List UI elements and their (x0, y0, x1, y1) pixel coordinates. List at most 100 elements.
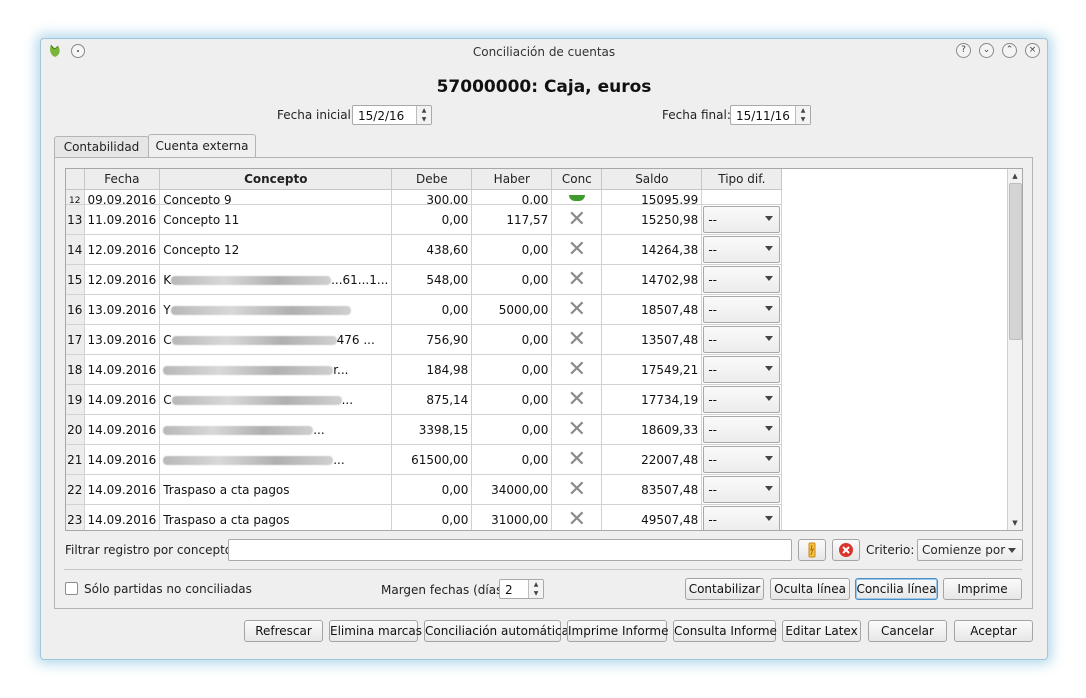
not-reconciled-icon[interactable]: ✕ (568, 297, 586, 322)
table-row[interactable]: 21 14.09.2016... 61500,00 0,00 ✕ 22007,48 -- (66, 444, 783, 475)
cell-tipo-dif[interactable]: -- (701, 264, 783, 295)
up-arrow-icon[interactable]: ▲ (529, 580, 543, 589)
cell-tipo-dif[interactable]: -- (701, 324, 783, 355)
cell-concepto[interactable]: K ...61...1... (159, 264, 393, 295)
cell-saldo[interactable]: 15250,98 (601, 204, 703, 235)
cell-haber[interactable]: 0,00 (471, 384, 553, 415)
cell-conc[interactable]: ✕ (551, 294, 603, 325)
cell-saldo[interactable]: 22007,48 (601, 444, 703, 475)
cell-haber[interactable]: 0,00 (471, 354, 553, 385)
cell-fecha[interactable]: 12.09.2016 (84, 234, 161, 265)
cell-debe[interactable]: 875,14 (391, 384, 473, 415)
cell-concepto[interactable]: C 476 ... (159, 324, 393, 355)
column-header-haber[interactable]: Haber (471, 169, 553, 190)
cell-concepto[interactable]: Concepto 9 (159, 189, 393, 205)
table-row[interactable]: 18 14.09.2016 r... 184,98 0,00 ✕ 17549,21 -- (66, 354, 783, 385)
cell-haber[interactable]: 0,00 (471, 189, 553, 205)
not-reconciled-icon[interactable]: ✕ (568, 267, 586, 292)
cell-fecha[interactable]: 14.09.2016 (84, 504, 161, 530)
cell-conc[interactable]: ✕ (551, 414, 603, 445)
imprime-button[interactable]: Imprime (943, 578, 1022, 600)
cell-fecha[interactable]: 09.09.2016 (84, 189, 161, 205)
table-row[interactable]: 16 13.09.2016 Y 0,00 5000,00 ✕ 18507,48 -- (66, 294, 783, 325)
conciliacion-automatica-button[interactable]: Conciliación automática (424, 620, 569, 642)
not-reconciled-icon[interactable]: ✕ (568, 477, 586, 502)
cell-concepto[interactable]: ... (159, 444, 393, 475)
cell-fecha[interactable]: 13.09.2016 (84, 324, 161, 355)
solo-no-conciliadas-checkbox[interactable] (65, 582, 78, 595)
column-header-conc[interactable]: Conc (551, 169, 603, 190)
cell-fecha[interactable]: 12.09.2016 (84, 264, 161, 295)
cell-conc[interactable]: ✕ (551, 324, 603, 355)
column-header-concepto[interactable]: Concepto (159, 169, 393, 190)
column-header-saldo[interactable]: Saldo (601, 169, 703, 190)
cell-fecha[interactable]: 13.09.2016 (84, 294, 161, 325)
maximize-icon[interactable]: ⌃ (1002, 43, 1017, 58)
not-reconciled-icon[interactable]: ✕ (568, 507, 586, 530)
vertical-scrollbar[interactable]: ▲ ▼ (1007, 169, 1022, 530)
tipo-dif-select[interactable]: -- (703, 266, 781, 293)
elimina-marcas-button[interactable]: Elimina marcas (329, 620, 422, 642)
not-reconciled-icon[interactable]: ✕ (568, 387, 586, 412)
cell-conc[interactable] (551, 189, 603, 205)
cell-concepto[interactable]: Concepto 11 (159, 204, 393, 235)
criterio-select[interactable]: Comienze por (917, 539, 1023, 561)
cell-conc[interactable]: ✕ (551, 234, 603, 265)
cell-conc[interactable]: ✕ (551, 504, 603, 530)
cell-debe[interactable]: 0,00 (391, 204, 473, 235)
cell-haber[interactable]: 31000,00 (471, 504, 553, 530)
cell-tipo-dif[interactable]: -- (701, 504, 783, 530)
cell-saldo[interactable]: 15095,99 (601, 189, 703, 205)
scroll-thumb[interactable] (1009, 183, 1022, 340)
margen-arrows[interactable]: ▲ ▼ (528, 580, 543, 598)
table-row[interactable]: 23 14.09.2016 Traspaso a cta pagos 0,00 3100… (66, 504, 783, 530)
not-reconciled-icon[interactable]: ✕ (568, 357, 586, 382)
cell-concepto[interactable]: Concepto 12 (159, 234, 393, 265)
reconciliation-table[interactable]: Fecha Concepto Debe Haber Conc Saldo Tip… (65, 168, 1023, 531)
table-row[interactable]: 17 13.09.2016 C 476 ... 756,90 0,00 ✕ 13507,48-… (66, 324, 783, 355)
cell-concepto[interactable]: Y (159, 294, 393, 325)
table-row[interactable]: 13 11.09.2016 Concepto 11 0,00 117,57 ✕ 15250,… (66, 204, 783, 235)
not-reconciled-icon[interactable]: ✕ (568, 207, 586, 232)
tipo-dif-select[interactable]: -- (703, 356, 781, 383)
cell-debe[interactable]: 0,00 (391, 474, 473, 505)
cell-tipo-dif[interactable]: -- (701, 234, 783, 265)
tipo-dif-select[interactable]: -- (703, 206, 781, 233)
cell-conc[interactable]: ✕ (551, 384, 603, 415)
down-arrow-icon[interactable]: ▼ (796, 115, 810, 124)
cell-conc[interactable]: ✕ (551, 474, 603, 505)
up-arrow-icon[interactable]: ▲ (417, 106, 431, 115)
tipo-dif-select[interactable]: -- (703, 416, 781, 443)
cell-saldo[interactable]: 18609,33 (601, 414, 703, 445)
tipo-dif-select[interactable]: -- (703, 506, 781, 530)
cell-tipo-dif[interactable]: -- (701, 474, 783, 505)
tipo-dif-select[interactable]: -- (703, 236, 781, 263)
cell-saldo[interactable]: 83507,48 (601, 474, 703, 505)
help-icon[interactable]: ? (956, 43, 971, 58)
not-reconciled-icon[interactable]: ✕ (568, 417, 586, 442)
tab-cuenta-externa[interactable]: Cuenta externa (148, 134, 256, 158)
cell-fecha[interactable]: 14.09.2016 (84, 354, 161, 385)
cell-saldo[interactable]: 49507,48 (601, 504, 703, 530)
column-header-fecha[interactable]: Fecha (84, 169, 161, 190)
cell-conc[interactable]: ✕ (551, 354, 603, 385)
cell-concepto[interactable]: r... (159, 354, 393, 385)
tipo-dif-select[interactable]: -- (703, 476, 781, 503)
cell-concepto[interactable]: Traspaso a cta pagos (159, 474, 393, 505)
cell-tipo-dif[interactable]: -- (701, 354, 783, 385)
cell-tipo-dif[interactable]: -- (701, 444, 783, 475)
tipo-dif-select[interactable]: -- (703, 296, 781, 323)
cell-saldo[interactable]: 18507,48 (601, 294, 703, 325)
cell-haber[interactable]: 0,00 (471, 324, 553, 355)
brush-button[interactable] (798, 539, 826, 561)
down-arrow-icon[interactable]: ▼ (417, 115, 431, 124)
cell-conc[interactable]: ✕ (551, 444, 603, 475)
cell-debe[interactable]: 3398,15 (391, 414, 473, 445)
table-row-partial[interactable]: 12 09.09.2016 Concepto 9 300,00 0,00 150… (66, 189, 783, 205)
cell-concepto[interactable]: ... (159, 414, 393, 445)
not-reconciled-icon[interactable]: ✕ (568, 327, 586, 352)
end-date-arrows[interactable]: ▲ ▼ (795, 106, 810, 124)
tipo-dif-select[interactable]: -- (703, 446, 781, 473)
refrescar-button[interactable]: Refrescar (244, 620, 323, 642)
cell-debe[interactable]: 300,00 (391, 189, 473, 205)
